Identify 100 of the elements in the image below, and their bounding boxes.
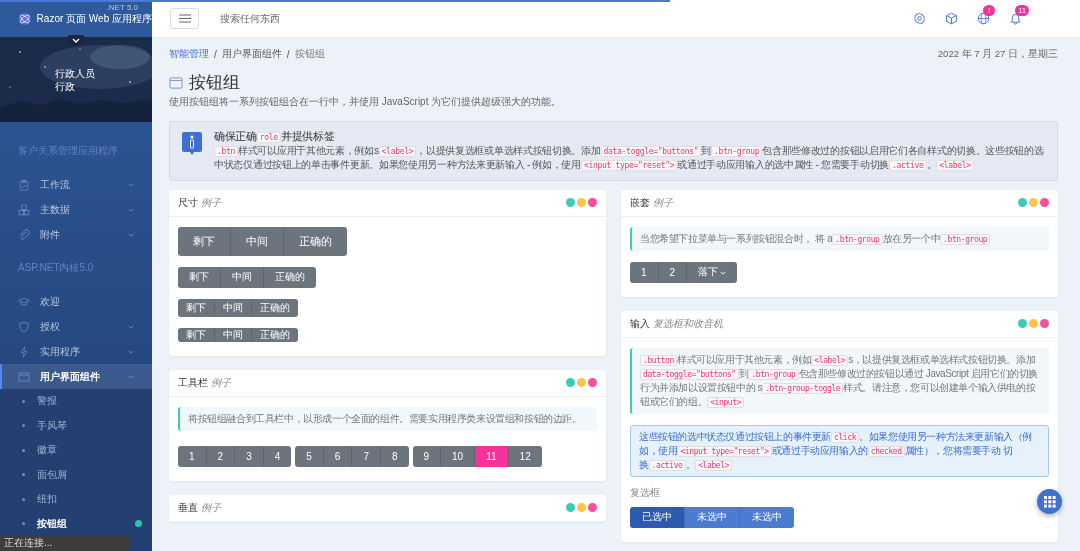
user-name: 行政人员 xyxy=(55,67,95,80)
window-dot[interactable] xyxy=(577,503,586,513)
grid-icon xyxy=(1043,495,1056,508)
menu-button[interactable] xyxy=(170,8,199,29)
group-button[interactable]: 6 xyxy=(323,445,353,467)
nav-subitem[interactable]: 纽扣 xyxy=(0,487,152,512)
note-text: .button 样式可以应用于其他元素，例如 <label> s，以提供复选框或单选样式按钮切换。添加 data-toggle="buttons" 到 .btn-group 包含那些修改过的按钮以通过 JavaScript 启用它们的切换行为并添加以设置按钮中的 s .btn-group-toggle 样式。请注意，您可以创建单个输入供电的按钮或它们的组。 <input> xyxy=(630,347,1049,414)
window-dot[interactable] xyxy=(1018,198,1027,208)
card-title: 输入 复选框和收音机 xyxy=(630,316,723,331)
group-button[interactable]: 剩下 xyxy=(178,298,215,317)
window-dot[interactable] xyxy=(577,198,586,208)
cubes-icon xyxy=(18,203,30,216)
info-icon xyxy=(182,132,202,156)
card-title: 工具栏 例子 xyxy=(178,375,231,390)
toggle-button[interactable]: 未选中 xyxy=(685,506,740,528)
notification-badge: ! xyxy=(983,5,995,16)
group-button[interactable]: 8 xyxy=(380,445,409,467)
group-button[interactable]: 11 xyxy=(475,445,509,467)
dropdown-button[interactable]: 落下 xyxy=(687,261,738,283)
window-dot[interactable] xyxy=(566,503,575,513)
nav-subitem[interactable]: 面包屑 xyxy=(0,462,152,487)
date-label: 2022 年 7 月 27 日，星期三 xyxy=(937,47,1058,61)
nav-item[interactable]: 实用程序 xyxy=(0,339,152,364)
window-icon xyxy=(18,370,30,383)
breadcrumb-separator: / xyxy=(286,48,290,60)
window-dot[interactable] xyxy=(566,198,575,208)
nav-item[interactable]: 用户界面组件 xyxy=(0,364,152,389)
window-dot[interactable] xyxy=(588,378,597,388)
nav-item[interactable]: 工作流 xyxy=(0,172,152,197)
group-button[interactable]: 4 xyxy=(263,445,292,467)
group-label: 复选框 xyxy=(630,485,660,500)
group-button[interactable]: 剩下 xyxy=(178,266,221,288)
page-subtitle: 使用按钮组将一系列按钮组合在一行中，并使用 JavaScript 为它们提供超级强大的功能。 xyxy=(169,95,563,109)
card-title: 垂直 例子 xyxy=(178,500,221,515)
nav-item[interactable]: 主数据 xyxy=(0,197,152,222)
group-button[interactable]: 中间 xyxy=(215,298,252,317)
note-text: 将按钮组融合到工具栏中，以形成一个全面的组件。需要实用程序类来设置组和按钮的边距。 xyxy=(178,406,597,431)
nav-item[interactable]: 欢迎 xyxy=(0,289,152,314)
toggle-button[interactable]: 未选中 xyxy=(740,506,794,528)
group-button[interactable]: 中间 xyxy=(231,226,284,256)
toggle-button[interactable]: 已选中 xyxy=(630,506,685,528)
window-dot[interactable] xyxy=(1018,319,1027,329)
nav-subitem[interactable]: 徽章 xyxy=(0,438,152,463)
caret-icon xyxy=(720,271,727,276)
breadcrumb-link[interactable]: 智能管理 xyxy=(169,47,209,61)
app-name: Razor 页面 Web 应用程序 xyxy=(36,11,152,26)
nav-subitem[interactable]: 警报 xyxy=(0,389,152,414)
group-button[interactable]: 12 xyxy=(508,445,542,467)
group-button[interactable]: 正确的 xyxy=(284,226,347,256)
menu-icon xyxy=(178,14,191,23)
chevron-icon xyxy=(72,38,80,43)
nav-subitem[interactable]: 手风琴 xyxy=(0,413,152,438)
group-button[interactable]: 1 xyxy=(630,261,659,283)
version-label: .NET 5.0 xyxy=(106,3,138,12)
window-dot[interactable] xyxy=(588,198,597,208)
cube-icon[interactable] xyxy=(945,12,958,25)
window-icon xyxy=(169,76,183,89)
window-dot[interactable] xyxy=(566,378,575,388)
window-dot[interactable] xyxy=(577,378,586,388)
nav-subitem[interactable]: 按钮组 xyxy=(0,511,152,536)
group-button[interactable]: 1 xyxy=(178,445,207,467)
group-button[interactable]: 中间 xyxy=(215,327,252,342)
window-dot[interactable] xyxy=(1029,198,1038,208)
window-dot[interactable] xyxy=(1040,198,1049,208)
group-button[interactable]: 9 xyxy=(412,445,442,467)
graduation-cap-icon xyxy=(18,295,30,308)
window-dot[interactable] xyxy=(1040,319,1049,329)
paperclip-icon xyxy=(18,228,30,241)
alert-title: 确保正确 role 并提供标签 xyxy=(214,130,336,144)
globe-icon[interactable] xyxy=(977,12,990,25)
breadcrumb-item[interactable]: 用户界面组件 xyxy=(221,47,282,61)
group-button[interactable]: 正确的 xyxy=(252,327,298,342)
group-button[interactable]: 正确的 xyxy=(264,266,316,288)
group-button[interactable]: 10 xyxy=(441,445,476,467)
group-button[interactable]: 7 xyxy=(352,445,381,467)
notification-badge: 11 xyxy=(1015,5,1030,16)
window-dot[interactable] xyxy=(588,503,597,513)
collapse-button[interactable] xyxy=(68,35,84,46)
settings-icon[interactable] xyxy=(913,12,926,25)
bell-icon[interactable] xyxy=(1009,12,1022,25)
breadcrumb-separator: / xyxy=(214,48,217,60)
group-button[interactable]: 中间 xyxy=(221,266,264,288)
group-button[interactable]: 2 xyxy=(658,261,688,283)
card-title: 嵌套 例子 xyxy=(630,195,673,210)
group-button[interactable]: 剩下 xyxy=(178,226,231,256)
alert-text: .btn 样式可以应用于其他元素，例如s <label> ，以提供复选框或单选样式按钮切换。添加 data-toggle="buttons" 到 .btn-group 包含那些修改过的按钮以启用它们各自样式的切换。这些按钮的选中状态仅通过按钮上的单击事件更新。如果您使用另一种方法来更新输入 - 例如，使用 <input type="reset"> 或通过手动应用输入的选中属性 - 您需要手动切换 .active 。 <label> xyxy=(214,144,1045,172)
group-button[interactable]: 3 xyxy=(235,445,264,467)
info-alert: 这些按钮的选中状态仅通过按钮上的事件更新 click 。如果您使用另一种方法来更新输入（例如，使用 <input type="reset"> 或通过手动应用输入的 checked 属性），您将需要手动 切换 .active 。 <label> xyxy=(630,424,1049,477)
nav-item[interactable]: 附件 xyxy=(0,222,152,247)
group-button[interactable]: 剩下 xyxy=(178,327,215,342)
nav-item[interactable]: 授权 xyxy=(0,314,152,339)
user-role: 行政 xyxy=(55,80,76,93)
group-button[interactable]: 正确的 xyxy=(252,298,298,317)
window-dot[interactable] xyxy=(1029,319,1038,329)
group-button[interactable]: 5 xyxy=(295,445,324,467)
card-title: 尺寸 例子 xyxy=(178,195,221,210)
shield-icon xyxy=(18,320,30,333)
clipboard-icon xyxy=(18,178,30,191)
page-title: 按钮组 xyxy=(189,72,240,94)
group-button[interactable]: 2 xyxy=(206,445,236,467)
